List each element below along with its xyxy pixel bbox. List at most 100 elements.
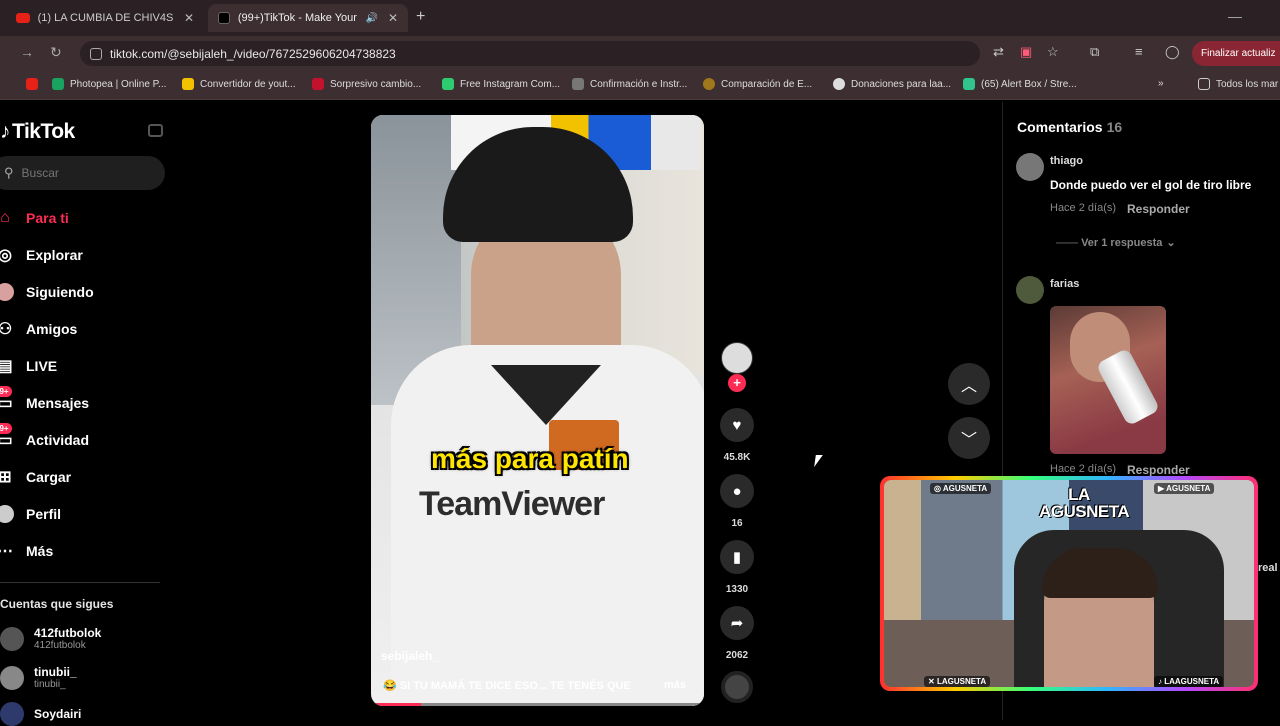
tiktok-logo[interactable]: ♪TikTok — [0, 120, 75, 144]
next-video-button[interactable]: ﹀ — [948, 417, 990, 459]
nav-amigos[interactable]: ⚇ Amigos — [0, 317, 77, 341]
bookmark-item[interactable]: Photopea | Online P... — [52, 78, 166, 90]
browser-tab-strip: (1) LA CUMBIA DE CHIV4S - Mi ✕ (99+)TikT… — [0, 0, 1280, 36]
view-replies-button[interactable]: —— Ver 1 respuesta ⌄ — [1056, 236, 1176, 249]
reload-icon[interactable]: ↻ — [50, 44, 62, 61]
author-avatar[interactable] — [721, 342, 753, 374]
avatar[interactable] — [1016, 276, 1044, 304]
comment-text: Donde puedo ver el gol de tiro libre — [1050, 178, 1252, 192]
like-count: 45.8K — [723, 452, 751, 463]
comment-image[interactable] — [1050, 306, 1166, 454]
tab-title: (1) LA CUMBIA DE CHIV4S - Mi — [37, 12, 174, 24]
video-more-link[interactable]: más — [664, 679, 686, 691]
account-name: tinubii_ — [34, 665, 77, 679]
bookmark-item[interactable]: Free Instagram Com... — [442, 78, 560, 90]
share-button[interactable]: ➦ — [720, 606, 754, 640]
nav-label: Más — [26, 543, 54, 559]
nav-mas[interactable]: ⋯ Más — [0, 539, 53, 563]
bookmark-item[interactable]: (65) Alert Box / Stre... — [963, 78, 1077, 90]
bookmark-item[interactable]: Comparación de E... — [703, 78, 812, 90]
audio-playing-icon[interactable]: 🔊 — [365, 13, 377, 24]
compass-icon: ◎ — [0, 247, 12, 264]
comment-time: Hace 2 día(s) — [1050, 202, 1117, 214]
news-icon — [312, 78, 324, 90]
followed-account[interactable]: tinubii_ tinubii_ — [0, 665, 77, 690]
link-icon — [572, 78, 584, 90]
nav-para-ti[interactable]: ⌂ Para ti — [0, 206, 69, 230]
close-tab-icon[interactable]: ✕ — [388, 11, 398, 25]
comment-icon: ● — [732, 482, 742, 500]
url-bar[interactable]: tiktok.com/@sebijaleh_/video/76725296062… — [80, 41, 980, 66]
save-button[interactable]: ▮ — [720, 540, 754, 574]
notification-badge: 99+ — [0, 423, 12, 434]
nav-perfil[interactable]: Perfil — [0, 502, 61, 526]
bookmark-folder[interactable]: Todos los mar — [1198, 78, 1278, 90]
sidebar-divider — [0, 582, 160, 583]
comment-author[interactable]: thiago — [1050, 155, 1083, 167]
reply-button[interactable]: Responder — [1127, 202, 1190, 216]
heart-icon: ♥ — [732, 416, 742, 434]
search-input[interactable] — [21, 166, 142, 180]
video-progress-bar[interactable] — [371, 703, 704, 706]
translate-icon[interactable]: ⇄ — [993, 44, 1004, 60]
forward-icon[interactable]: → — [20, 44, 34, 60]
account-name: Soydairi — [34, 707, 82, 721]
browser-tab-youtube[interactable]: (1) LA CUMBIA DE CHIV4S - Mi ✕ — [6, 4, 204, 32]
bookmark-item[interactable]: Convertidor de yout... — [182, 78, 296, 90]
account-name: 412futbolok — [34, 626, 102, 640]
description-text: SI TU MAMÁ TE DICE ESO... TE TENÉS QUE — [399, 680, 631, 692]
site-info-icon[interactable] — [90, 47, 102, 60]
extension-record-icon[interactable]: ▣ — [1020, 44, 1032, 60]
search-bar[interactable]: ⚲ — [0, 156, 165, 190]
nav-actividad[interactable]: ▭99+ Actividad — [0, 423, 89, 452]
bookmark-youtube[interactable] — [26, 78, 44, 90]
bookmark-item[interactable]: Sorpresivo cambio... — [312, 78, 421, 90]
comments-count: 16 — [1106, 119, 1123, 135]
bookmarks-overflow-icon[interactable]: » — [1158, 78, 1164, 89]
reply-button[interactable]: Responder — [1127, 463, 1190, 477]
w-icon — [442, 78, 454, 90]
more-icon: ⋯ — [0, 543, 13, 560]
youtube-icon — [26, 78, 38, 90]
update-button[interactable]: Finalizar actualiz — [1192, 41, 1280, 66]
collapse-sidebar-icon[interactable] — [148, 124, 163, 137]
followed-account[interactable]: Soydairi — [0, 702, 81, 726]
follow-plus-icon[interactable]: + — [728, 374, 746, 392]
video-player[interactable]: TeamViewer más para patín sebijaleh_ 😂 S… — [371, 115, 704, 706]
minimize-window-icon[interactable]: — — [1228, 8, 1242, 24]
avatar[interactable] — [1016, 153, 1044, 181]
following-section-title: Cuentas que sigues — [0, 597, 114, 611]
extensions-icon[interactable]: ⧉ — [1090, 44, 1099, 60]
followed-account[interactable]: 412futbolok 412futbolok — [0, 626, 101, 651]
nav-cargar[interactable]: ⊞ Cargar — [0, 465, 71, 489]
nav-explorar[interactable]: ◎ Explorar — [0, 243, 83, 267]
bookmark-star-icon[interactable]: ☆ — [1047, 44, 1059, 60]
comment-author[interactable]: farias — [1050, 278, 1079, 290]
bookmark-item[interactable]: Confirmación e Instr... — [572, 78, 687, 90]
close-tab-icon[interactable]: ✕ — [184, 11, 194, 25]
browser-tab-tiktok[interactable]: (99+)TikTok - Make Your Da 🔊 ✕ — [208, 4, 408, 32]
comment-button[interactable]: ● — [720, 474, 754, 508]
bookmark-label: Convertidor de yout... — [200, 78, 296, 90]
reading-list-icon[interactable]: ≡ — [1135, 44, 1143, 59]
profile-icon[interactable]: ◯ — [1165, 44, 1180, 60]
previous-video-button[interactable]: ︿ — [948, 363, 990, 405]
nav-mensajes[interactable]: ▭99+ Mensajes — [0, 386, 89, 415]
music-disc-icon[interactable] — [721, 671, 753, 703]
url-text: tiktok.com/@sebijaleh_/video/76725296062… — [110, 46, 396, 61]
tiktok-icon — [218, 12, 230, 24]
avatar — [0, 665, 24, 690]
streamlabs-icon — [963, 78, 975, 90]
youtube-icon: ▶ — [1158, 484, 1167, 493]
video-description: 😂 SI TU MAMÁ TE DICE ESO... TE TENÉS QUE — [383, 679, 631, 692]
comment-count: 16 — [731, 518, 743, 529]
nav-siguiendo[interactable]: Siguiendo — [0, 280, 94, 304]
nav-live[interactable]: ▤ LIVE — [0, 354, 57, 378]
live-icon: ▤ — [0, 358, 13, 375]
bookmarks-bar: Photopea | Online P... Convertidor de yo… — [0, 70, 1280, 100]
like-button[interactable]: ♥ — [720, 408, 754, 442]
search-icon: ⚲ — [4, 165, 14, 180]
new-tab-icon[interactable]: + — [416, 8, 425, 26]
video-username[interactable]: sebijaleh_ — [381, 649, 439, 663]
bookmark-item[interactable]: Donaciones para laa... — [833, 78, 951, 90]
